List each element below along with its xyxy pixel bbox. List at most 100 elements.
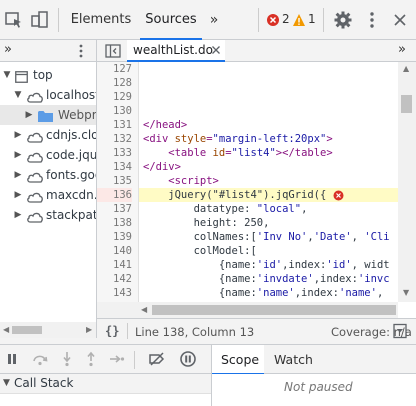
horizontal-scrollbar-thumb[interactable] (152, 305, 396, 315)
scroll-right-arrow-icon[interactable]: ▶ (86, 325, 92, 334)
error-icon[interactable] (266, 13, 280, 27)
line-number[interactable]: 135 (113, 174, 132, 188)
step-into-icon[interactable] (61, 351, 73, 367)
code-token: 'name' (339, 287, 377, 299)
line-number[interactable]: 130 (113, 104, 132, 118)
more-tabs-button[interactable]: » (204, 0, 224, 40)
close-tab-icon[interactable] (211, 44, 221, 54)
error-count[interactable]: 2 (282, 12, 290, 26)
code-line: colModel:[ (143, 245, 257, 257)
tab-watch-label: Watch (274, 352, 313, 367)
scroll-up-arrow-icon[interactable]: ▲ (403, 64, 409, 73)
tab-elements[interactable]: Elements (66, 0, 136, 40)
collapse-arrow-icon[interactable]: ▶ (13, 185, 23, 205)
line-number[interactable]: 140 (113, 244, 132, 258)
frame-icon (15, 69, 28, 83)
line-number[interactable]: 129 (113, 90, 132, 104)
tab-watch[interactable]: Watch (267, 345, 317, 375)
editor-status-bar: {} Line 138, Column 13 Coverage: n/a (97, 318, 416, 344)
code-token: style (174, 133, 207, 145)
tab-sources[interactable]: Sources (140, 0, 202, 40)
scroll-left-arrow-icon[interactable]: ◀ (3, 325, 9, 334)
expand-arrow-icon[interactable]: ▼ (3, 378, 10, 388)
vertical-scrollbar-thumb[interactable] (401, 95, 412, 113)
line-number-breakpoint[interactable]: 136 (97, 188, 132, 202)
tree-item-code-jquery[interactable]: ▶ code.jque (0, 145, 96, 165)
line-number[interactable]: 139 (113, 230, 132, 244)
code-token: , (301, 203, 308, 215)
code-token: ,index: (294, 287, 339, 299)
line-number-gutter[interactable]: 127 128 129 130 131 132 133 134 135 136 … (97, 62, 139, 302)
tree-item-webpro[interactable]: ▶ Webpro (0, 105, 96, 125)
editor-tab-bar: wealthList.do » (97, 40, 416, 62)
code-token: ></table> (275, 147, 333, 159)
toggle-debugger-icon[interactable] (393, 323, 407, 339)
warning-icon[interactable] (292, 13, 306, 27)
expand-arrow-icon[interactable]: ▼ (2, 65, 12, 85)
navigator-more-tabs-button[interactable]: » (4, 42, 12, 57)
call-stack-header[interactable]: ▼ Call Stack (0, 374, 211, 394)
code-token: {name: (143, 287, 257, 299)
toggle-navigator-icon[interactable] (105, 43, 121, 59)
line-number[interactable]: 137 (113, 202, 132, 216)
call-stack-pane: ▼ Call Stack (0, 374, 212, 406)
cloud-icon (26, 189, 44, 203)
tree-item-stackpath[interactable]: ▶ stackpath (0, 205, 96, 225)
step-over-icon[interactable] (31, 352, 49, 366)
collapse-arrow-icon[interactable]: ▶ (13, 145, 23, 165)
pause-icon[interactable] (6, 353, 18, 365)
code-token: 'name' (256, 287, 295, 299)
scrollbar-thumb[interactable] (12, 326, 42, 334)
cloud-icon (26, 129, 44, 143)
line-number[interactable]: 142 (113, 272, 132, 286)
tree-item-cdnjs[interactable]: ▶ cdnjs.clou (0, 125, 96, 145)
file-tab-wealthlist[interactable]: wealthList.do (127, 40, 225, 62)
tree-item-label: fonts.goo (46, 168, 97, 182)
folder-icon (38, 109, 54, 122)
code-token: datatype: (143, 203, 257, 215)
deactivate-breakpoints-icon[interactable] (148, 352, 166, 366)
settings-gear-icon[interactable] (333, 10, 353, 30)
code-editor[interactable]: 127 128 129 130 131 132 133 134 135 136 … (97, 62, 416, 302)
tree-item-fonts-google[interactable]: ▶ fonts.goo (0, 165, 97, 185)
collapse-arrow-icon[interactable]: ▶ (13, 165, 23, 185)
tab-scope[interactable]: Scope (212, 345, 264, 375)
line-number[interactable]: 134 (113, 160, 132, 174)
device-toolbar-icon[interactable] (30, 10, 50, 30)
line-number[interactable]: 133 (113, 146, 132, 160)
code-token: "list4" (231, 147, 276, 159)
tree-item-localhost[interactable]: ▼ localhost: (0, 85, 96, 105)
line-number[interactable]: 132 (113, 132, 132, 146)
inspect-element-icon[interactable] (4, 10, 24, 30)
tree-item-maxcdn[interactable]: ▶ maxcdn.b (0, 185, 96, 205)
step-out-icon[interactable] (85, 351, 97, 367)
line-number[interactable]: 127 (113, 62, 132, 76)
collapse-arrow-icon[interactable]: ▶ (24, 105, 34, 125)
navigator-menu-icon[interactable] (74, 42, 88, 60)
code-line-highlighted: jQuery("#list4").jqGrid({ (143, 189, 327, 201)
tree-item-top[interactable]: ▼ top (0, 65, 96, 85)
line-number[interactable]: 138 (113, 216, 132, 230)
navigator-horizontal-scrollbar[interactable]: ◀ ▶ (0, 322, 97, 338)
customize-menu-icon[interactable] (362, 10, 382, 30)
warning-count[interactable]: 1 (308, 12, 316, 26)
line-number[interactable]: 143 (113, 286, 132, 300)
step-icon[interactable] (109, 353, 125, 365)
pause-on-exceptions-icon[interactable] (180, 351, 196, 367)
cloud-icon (26, 169, 44, 183)
code-token: {name: (143, 259, 257, 271)
error-marker-icon[interactable] (333, 190, 344, 201)
editor-more-tabs-button[interactable]: » (398, 42, 406, 57)
close-devtools-icon[interactable] (390, 10, 410, 30)
pretty-print-icon[interactable]: {} (105, 324, 119, 338)
scroll-down-arrow-icon[interactable]: ▼ (403, 288, 409, 297)
code-token: ,index: (313, 273, 358, 285)
collapse-arrow-icon[interactable]: ▶ (13, 205, 23, 225)
line-number[interactable]: 131 (113, 118, 132, 132)
expand-arrow-icon[interactable]: ▼ (13, 85, 23, 105)
line-number[interactable]: 128 (113, 76, 132, 90)
file-tab-label: wealthList.do (133, 43, 213, 57)
line-number[interactable]: 141 (113, 258, 132, 272)
scroll-left-arrow-icon[interactable]: ◀ (141, 305, 147, 314)
collapse-arrow-icon[interactable]: ▶ (13, 125, 23, 145)
